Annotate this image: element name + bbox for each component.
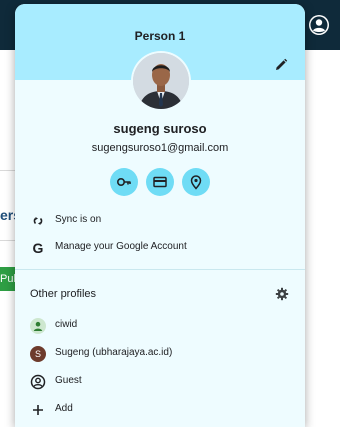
edit-profile-button[interactable] <box>273 57 289 73</box>
profile-header-title: Person 1 <box>134 29 186 43</box>
user-email: sugengsuroso1@gmail.com <box>91 142 229 154</box>
passwords-button[interactable] <box>110 168 138 196</box>
add-profile-label: Add <box>55 403 73 414</box>
profile-label: ciwid <box>55 319 78 330</box>
addresses-button[interactable] <box>182 168 210 196</box>
add-profile-item[interactable]: Add <box>15 398 305 422</box>
profile-menu-popup: Person 1 sugeng suroso sugengsuroso1@gma… <box>15 4 305 427</box>
profile-item-sugeng[interactable]: S Sugeng (ubharajaya.ac.id) <box>15 342 305 366</box>
pencil-icon <box>276 58 288 70</box>
payment-methods-button[interactable] <box>146 168 174 196</box>
guest-profile-item[interactable]: Guest <box>15 370 305 394</box>
plus-icon <box>30 402 46 418</box>
profile-avatar-icon <box>30 318 46 334</box>
key-icon <box>116 178 131 187</box>
profile-avatar-icon: S <box>30 346 46 362</box>
quick-actions <box>110 168 210 196</box>
guest-account-icon <box>30 374 46 390</box>
sync-icon <box>30 213 46 229</box>
user-avatar <box>133 53 189 109</box>
sync-status-item[interactable]: Sync is on <box>15 209 305 233</box>
background-button-fragment[interactable]: Pub <box>0 267 16 291</box>
manage-google-account-label: Manage your Google Account <box>55 241 187 252</box>
location-pin-icon <box>190 175 202 190</box>
divider <box>0 170 16 171</box>
credit-card-icon <box>153 176 167 188</box>
divider <box>0 240 16 241</box>
profile-label: Sugeng (ubharajaya.ac.id) <box>55 347 173 358</box>
manage-profiles-button[interactable] <box>275 287 289 301</box>
profile-item-ciwid[interactable]: ciwid <box>15 314 305 338</box>
section-divider <box>15 269 305 270</box>
user-name: sugeng suroso <box>113 121 207 136</box>
gear-icon <box>275 287 289 301</box>
user-photo <box>133 53 189 109</box>
google-icon: G <box>32 240 44 256</box>
manage-google-account-item[interactable]: G Manage your Google Account <box>15 236 305 260</box>
account-circle-icon <box>309 15 329 35</box>
guest-label: Guest <box>55 375 82 386</box>
sync-status-label: Sync is on <box>55 214 102 225</box>
other-profiles-title: Other profiles <box>30 288 97 300</box>
profile-avatar-button[interactable] <box>308 14 330 36</box>
